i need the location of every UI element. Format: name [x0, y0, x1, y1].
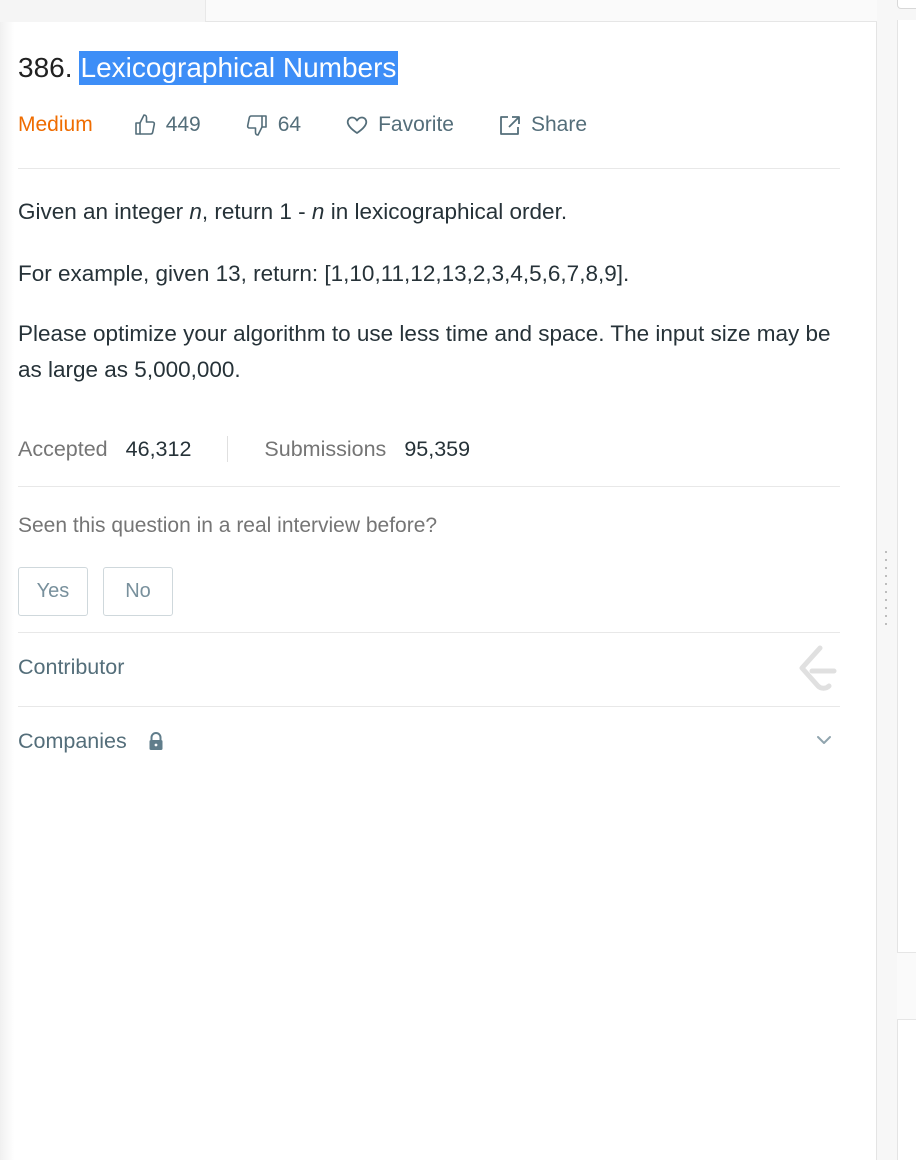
divider	[18, 168, 840, 169]
desc-text: Given an integer	[18, 199, 190, 224]
difficulty-badge: Medium	[18, 113, 93, 136]
description-paragraph-2: For example, given 13, return: [1,10,11,…	[18, 261, 630, 286]
favorite-label: Favorite	[378, 113, 454, 136]
stat-separator	[227, 436, 229, 462]
submissions-label: Submissions	[264, 436, 387, 461]
contributor-section[interactable]: Contributor	[18, 655, 124, 680]
yes-button[interactable]: Yes	[18, 567, 88, 616]
problem-meta-bar: Medium 449 64 Favorite Share	[18, 110, 631, 140]
accepted-label: Accepted	[18, 436, 108, 461]
thumbs-up-icon	[134, 114, 155, 135]
favorite-button[interactable]: Favorite	[345, 113, 454, 137]
dislike-count: 64	[277, 113, 302, 136]
editor-divider	[897, 952, 916, 1020]
editor-corner	[897, 0, 916, 9]
desc-var: n	[311, 199, 325, 224]
contributor-label: Contributor	[18, 655, 125, 679]
submissions-value: 95,359	[404, 436, 471, 461]
dislike-button[interactable]: 64	[245, 113, 301, 137]
divider	[18, 632, 840, 633]
interview-answer-buttons: Yes No	[18, 567, 188, 616]
like-count: 449	[165, 113, 201, 136]
submission-stats: Accepted 46,312 Submissions 95,359	[18, 434, 470, 464]
companies-section[interactable]: Companies	[18, 729, 165, 754]
top-tab[interactable]	[0, 0, 206, 22]
no-button[interactable]: No	[103, 567, 173, 616]
divider	[18, 486, 840, 487]
share-icon	[500, 116, 520, 135]
interview-question: Seen this question in a real interview b…	[18, 514, 438, 537]
companies-label: Companies	[18, 729, 127, 753]
panel-edge-shadow	[0, 22, 14, 1160]
problem-title: 386. Lexicographical Numbers	[18, 48, 399, 88]
share-button[interactable]: Share	[498, 113, 587, 137]
like-button[interactable]: 449	[133, 113, 201, 137]
resize-handle[interactable]	[885, 548, 887, 628]
problem-number: 386.	[18, 52, 73, 83]
description-paragraph-1: Given an integer n, return 1 - n in lexi…	[18, 194, 840, 230]
accepted-value: 46,312	[125, 436, 192, 461]
editor-panel-edge	[877, 0, 916, 1160]
heart-icon	[346, 116, 368, 134]
divider	[18, 706, 840, 707]
description-paragraph-3: Please optimize your algorithm to use le…	[18, 321, 831, 382]
chevron-down-icon[interactable]	[814, 730, 834, 750]
thumbs-down-icon	[246, 115, 267, 136]
desc-var: n	[189, 199, 202, 224]
problem-title-text: Lexicographical Numbers	[78, 51, 399, 85]
top-tab-strip	[0, 0, 880, 22]
leetcode-logo-icon	[799, 645, 837, 691]
desc-text: in lexicographical order.	[324, 199, 568, 224]
desc-text: , return 1 -	[201, 199, 312, 224]
lock-icon	[149, 731, 163, 750]
share-label: Share	[530, 113, 588, 136]
